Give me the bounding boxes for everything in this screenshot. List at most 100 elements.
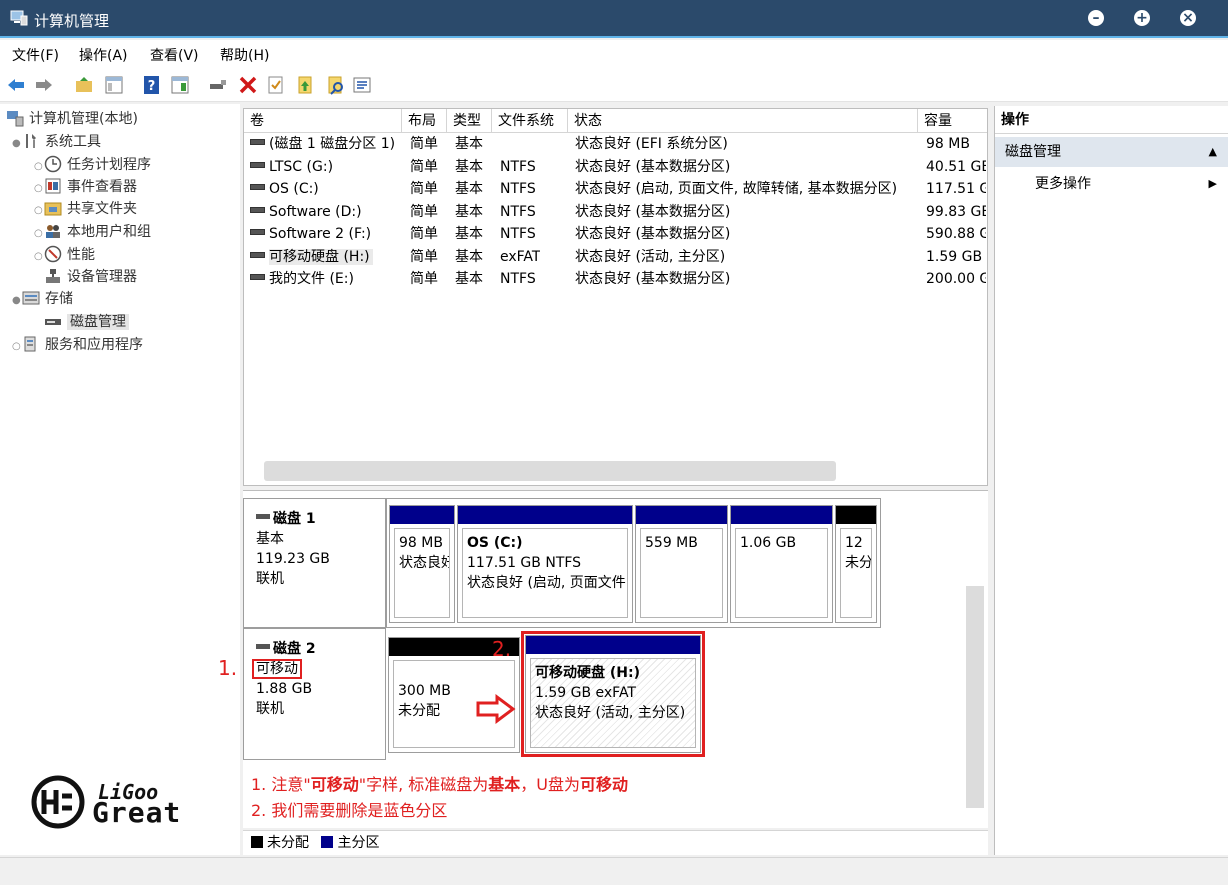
table-row[interactable]: (磁盘 1 磁盘分区 1) 简单 基本 状态良好 (EFI 系统分区) 98 M… — [244, 133, 987, 156]
check-icon[interactable] — [266, 75, 286, 95]
tree-item-event-viewer[interactable]: ○ 事件查看器 — [34, 176, 137, 198]
window-title: 计算机管理 — [34, 12, 110, 30]
tree-item-disk-management[interactable]: 磁盘管理 — [34, 311, 129, 333]
computer-management-icon — [10, 10, 28, 26]
volume-icon — [250, 161, 265, 168]
column-header-filesystem[interactable]: 文件系统 — [492, 109, 568, 133]
tree-item-system-tools[interactable]: ● 系统工具 — [12, 131, 101, 153]
services-icon — [24, 336, 36, 352]
volume-icon — [250, 229, 265, 235]
volume-icon — [250, 206, 265, 213]
column-header-layout[interactable]: 布局 — [402, 109, 447, 133]
tree-item-root[interactable]: 计算机管理(本地) — [6, 108, 138, 130]
more-actions-item[interactable]: 更多操作 ▶ — [995, 170, 1228, 198]
back-arrow-icon[interactable] — [6, 75, 26, 95]
collapsed-bullet-icon: ○ — [12, 341, 21, 352]
performance-icon — [44, 245, 62, 263]
unallocated-swatch — [251, 836, 263, 848]
disk-2-label[interactable]: 磁盘 2 可移动 1.88 GB 联机 — [243, 628, 386, 760]
red-arrow-icon — [476, 694, 516, 724]
disk-1-partitions: 98 MB 状态良好 OS (C:) 117.51 GB NTFS 状态良好 (启动,… — [386, 498, 881, 628]
tree-item-shared-folders[interactable]: ○ 共享文件夹 — [34, 198, 137, 220]
users-icon — [46, 225, 60, 238]
disk-1-os-partition[interactable]: OS (C:) 117.51 GB NTFS 状态良好 (启动, 页面文件 — [457, 505, 633, 623]
properties-pane-icon[interactable] — [170, 75, 190, 95]
computer-management-icon — [7, 111, 24, 127]
tree-item-services[interactable]: ○ 服务和应用程序 — [12, 334, 143, 356]
disk-1-label[interactable]: 磁盘 1 基本 119.23 GB 联机 — [243, 498, 386, 628]
menu-help[interactable]: 帮助(H) — [220, 45, 269, 65]
horizontal-scrollbar[interactable] — [264, 461, 836, 481]
collapsed-bullet-icon: ○ — [34, 228, 43, 239]
partition-legend: 未分配 主分区 — [243, 830, 988, 855]
menu-file[interactable]: 文件(F) — [12, 45, 59, 65]
expanded-bullet-icon: ● — [12, 138, 21, 149]
column-header-status[interactable]: 状态 — [568, 109, 918, 133]
volume-icon — [250, 251, 265, 258]
disk-icon — [256, 514, 270, 519]
collapsed-bullet-icon: ○ — [34, 251, 43, 262]
actions-section-disk-management[interactable]: 磁盘管理 ▲ — [995, 137, 1228, 167]
show-hide-tree-icon[interactable] — [104, 75, 124, 95]
forward-arrow-icon[interactable] — [34, 75, 54, 95]
volume-icon — [250, 139, 265, 145]
menu-action[interactable]: 操作(A) — [79, 45, 128, 65]
vertical-scrollbar[interactable] — [966, 586, 984, 808]
volume-list-header: 卷 布局 类型 文件系统 状态 容量 — [244, 109, 987, 133]
toolbar: ? — [0, 68, 1228, 102]
disk-management-icon — [45, 319, 61, 325]
event-log-icon — [45, 178, 61, 194]
tree-item-performance[interactable]: ○ 性能 — [34, 244, 95, 266]
tree-item-task-scheduler[interactable]: ○ 任务计划程序 — [34, 154, 151, 176]
svg-text:?: ? — [148, 79, 156, 94]
navigation-tree: 计算机管理(本地) ● 系统工具 ○ 任务计划程序 ○ 事件查看器 ○ 共享文件夹 ○ 本… — [0, 104, 240, 855]
collapse-triangle-icon: ▲ — [1208, 145, 1217, 158]
table-row[interactable]: 我的文件 (E:) 简单 基本 NTFS 状态良好 (基本数据分区) 200.0… — [244, 268, 987, 291]
table-row[interactable]: Software (D:) 简单 基本 NTFS 状态良好 (基本数据分区) 9… — [244, 201, 987, 224]
connect-icon[interactable] — [208, 75, 228, 95]
storage-icon — [22, 291, 40, 305]
close-button[interactable]: × — [1180, 10, 1196, 26]
volume-list: 卷 布局 类型 文件系统 状态 容量 (磁盘 1 磁盘分区 1) 简单 基本 状… — [243, 108, 988, 486]
shared-folder-icon — [44, 202, 62, 216]
removable-type-highlight: 可移动 — [252, 659, 302, 679]
title-bar: 计算机管理 – + × — [0, 0, 1228, 38]
table-row[interactable]: Software 2 (F:) 简单 基本 NTFS 状态良好 (基本数据分区)… — [244, 223, 987, 246]
tree-item-local-users[interactable]: ○ 本地用户和组 — [34, 221, 151, 243]
help-icon[interactable]: ? — [142, 75, 162, 95]
menu-view[interactable]: 查看(V) — [150, 45, 199, 65]
annotation-marker-2: 2. — [492, 637, 512, 661]
disk-1-partition-1gb[interactable]: 1.06 GB — [730, 505, 833, 623]
tree-item-storage[interactable]: ● 存储 — [12, 288, 73, 310]
delete-icon[interactable] — [238, 75, 258, 95]
maximize-button[interactable]: + — [1134, 10, 1150, 26]
list-icon[interactable] — [352, 75, 372, 95]
column-header-type[interactable]: 类型 — [447, 109, 492, 133]
folder-up-icon[interactable] — [296, 75, 316, 95]
collapsed-bullet-icon: ○ — [34, 161, 43, 172]
disk-icon — [256, 644, 270, 649]
table-row[interactable]: OS (C:) 简单 基本 NTFS 状态良好 (启动, 页面文件, 故障转储,… — [244, 178, 987, 201]
primary-partition-swatch — [321, 836, 334, 848]
expanded-bullet-icon: ● — [12, 295, 21, 306]
up-folder-icon[interactable] — [74, 75, 94, 95]
tree-item-device-manager[interactable]: 设备管理器 — [34, 266, 137, 288]
device-manager-icon — [46, 269, 60, 283]
minimize-button[interactable]: – — [1088, 10, 1104, 26]
column-header-capacity[interactable]: 容量 — [918, 109, 987, 133]
annotation-marker-1: 1. — [218, 656, 238, 680]
collapsed-bullet-icon: ○ — [34, 205, 43, 216]
disk-1-unallocated[interactable]: 12 未分 — [835, 505, 877, 623]
menu-bar: 文件(F) 操作(A) 查看(V) 帮助(H) — [0, 40, 1228, 68]
disk-2-removable-partition[interactable]: 可移动硬盘 (H:) 1.59 GB exFAT 状态良好 (活动, 主分区) — [525, 635, 701, 753]
column-header-volume[interactable]: 卷 — [244, 109, 402, 133]
disk-1-partition-559mb[interactable]: 559 MB — [635, 505, 728, 623]
annotation-line-2: 2. 我们需要删除是蓝色分区 — [251, 801, 448, 820]
annotation-line-1: 1. 注意"可移动"字样, 标准磁盘为基本，U盘为可移动 — [251, 775, 629, 794]
disk-1-efi-partition[interactable]: 98 MB 状态良好 — [389, 505, 455, 623]
search-folder-icon[interactable] — [326, 75, 346, 95]
logo-text-bottom: Great — [92, 796, 182, 829]
table-row[interactable]: LTSC (G:) 简单 基本 NTFS 状态良好 (基本数据分区) 40.51… — [244, 156, 987, 179]
table-row[interactable]: 可移动硬盘 (H:) 简单 基本 exFAT 状态良好 (活动, 主分区) 1.… — [244, 246, 987, 269]
collapsed-bullet-icon: ○ — [34, 183, 43, 194]
